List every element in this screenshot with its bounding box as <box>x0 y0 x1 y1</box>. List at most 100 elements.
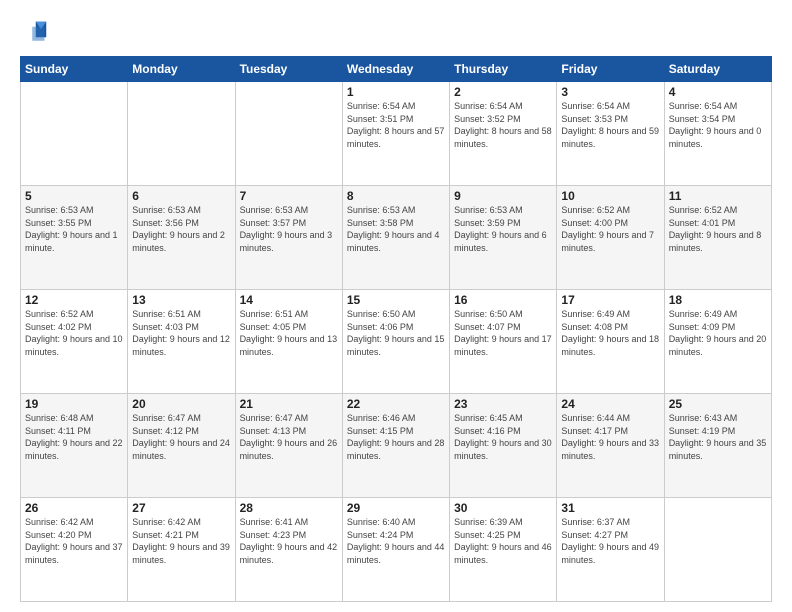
calendar-cell: 22Sunrise: 6:46 AM Sunset: 4:15 PM Dayli… <box>342 394 449 498</box>
day-number: 24 <box>561 397 659 411</box>
calendar-cell: 20Sunrise: 6:47 AM Sunset: 4:12 PM Dayli… <box>128 394 235 498</box>
day-info: Sunrise: 6:42 AM Sunset: 4:20 PM Dayligh… <box>25 516 123 566</box>
day-number: 12 <box>25 293 123 307</box>
calendar-week-1: 1Sunrise: 6:54 AM Sunset: 3:51 PM Daylig… <box>21 82 772 186</box>
day-number: 26 <box>25 501 123 515</box>
day-number: 22 <box>347 397 445 411</box>
page: SundayMondayTuesdayWednesdayThursdayFrid… <box>0 0 792 612</box>
day-number: 2 <box>454 85 552 99</box>
calendar-cell: 15Sunrise: 6:50 AM Sunset: 4:06 PM Dayli… <box>342 290 449 394</box>
day-info: Sunrise: 6:48 AM Sunset: 4:11 PM Dayligh… <box>25 412 123 462</box>
day-info: Sunrise: 6:52 AM Sunset: 4:01 PM Dayligh… <box>669 204 767 254</box>
calendar-cell: 19Sunrise: 6:48 AM Sunset: 4:11 PM Dayli… <box>21 394 128 498</box>
day-info: Sunrise: 6:51 AM Sunset: 4:03 PM Dayligh… <box>132 308 230 358</box>
day-number: 1 <box>347 85 445 99</box>
day-number: 4 <box>669 85 767 99</box>
day-number: 13 <box>132 293 230 307</box>
day-info: Sunrise: 6:43 AM Sunset: 4:19 PM Dayligh… <box>669 412 767 462</box>
day-number: 20 <box>132 397 230 411</box>
calendar-header-thursday: Thursday <box>450 57 557 82</box>
day-number: 17 <box>561 293 659 307</box>
day-info: Sunrise: 6:51 AM Sunset: 4:05 PM Dayligh… <box>240 308 338 358</box>
calendar-header-saturday: Saturday <box>664 57 771 82</box>
day-number: 9 <box>454 189 552 203</box>
calendar-week-2: 5Sunrise: 6:53 AM Sunset: 3:55 PM Daylig… <box>21 186 772 290</box>
calendar-cell: 21Sunrise: 6:47 AM Sunset: 4:13 PM Dayli… <box>235 394 342 498</box>
calendar-cell <box>664 498 771 602</box>
calendar-cell: 12Sunrise: 6:52 AM Sunset: 4:02 PM Dayli… <box>21 290 128 394</box>
day-number: 16 <box>454 293 552 307</box>
calendar-cell: 6Sunrise: 6:53 AM Sunset: 3:56 PM Daylig… <box>128 186 235 290</box>
calendar-cell <box>128 82 235 186</box>
calendar-cell: 11Sunrise: 6:52 AM Sunset: 4:01 PM Dayli… <box>664 186 771 290</box>
day-number: 27 <box>132 501 230 515</box>
day-info: Sunrise: 6:49 AM Sunset: 4:09 PM Dayligh… <box>669 308 767 358</box>
day-info: Sunrise: 6:54 AM Sunset: 3:53 PM Dayligh… <box>561 100 659 150</box>
day-number: 8 <box>347 189 445 203</box>
day-info: Sunrise: 6:47 AM Sunset: 4:12 PM Dayligh… <box>132 412 230 462</box>
day-number: 21 <box>240 397 338 411</box>
calendar-week-4: 19Sunrise: 6:48 AM Sunset: 4:11 PM Dayli… <box>21 394 772 498</box>
day-info: Sunrise: 6:47 AM Sunset: 4:13 PM Dayligh… <box>240 412 338 462</box>
calendar-cell: 25Sunrise: 6:43 AM Sunset: 4:19 PM Dayli… <box>664 394 771 498</box>
day-info: Sunrise: 6:40 AM Sunset: 4:24 PM Dayligh… <box>347 516 445 566</box>
day-info: Sunrise: 6:46 AM Sunset: 4:15 PM Dayligh… <box>347 412 445 462</box>
calendar-header-tuesday: Tuesday <box>235 57 342 82</box>
day-number: 6 <box>132 189 230 203</box>
day-info: Sunrise: 6:37 AM Sunset: 4:27 PM Dayligh… <box>561 516 659 566</box>
calendar-cell <box>21 82 128 186</box>
calendar-cell: 30Sunrise: 6:39 AM Sunset: 4:25 PM Dayli… <box>450 498 557 602</box>
calendar-cell: 10Sunrise: 6:52 AM Sunset: 4:00 PM Dayli… <box>557 186 664 290</box>
day-number: 14 <box>240 293 338 307</box>
day-info: Sunrise: 6:53 AM Sunset: 3:58 PM Dayligh… <box>347 204 445 254</box>
calendar-cell: 7Sunrise: 6:53 AM Sunset: 3:57 PM Daylig… <box>235 186 342 290</box>
day-info: Sunrise: 6:54 AM Sunset: 3:54 PM Dayligh… <box>669 100 767 150</box>
day-number: 30 <box>454 501 552 515</box>
day-number: 3 <box>561 85 659 99</box>
calendar-header-friday: Friday <box>557 57 664 82</box>
day-info: Sunrise: 6:39 AM Sunset: 4:25 PM Dayligh… <box>454 516 552 566</box>
calendar-cell: 16Sunrise: 6:50 AM Sunset: 4:07 PM Dayli… <box>450 290 557 394</box>
calendar-cell: 1Sunrise: 6:54 AM Sunset: 3:51 PM Daylig… <box>342 82 449 186</box>
calendar-cell: 5Sunrise: 6:53 AM Sunset: 3:55 PM Daylig… <box>21 186 128 290</box>
day-info: Sunrise: 6:54 AM Sunset: 3:52 PM Dayligh… <box>454 100 552 150</box>
day-info: Sunrise: 6:53 AM Sunset: 3:59 PM Dayligh… <box>454 204 552 254</box>
day-info: Sunrise: 6:44 AM Sunset: 4:17 PM Dayligh… <box>561 412 659 462</box>
day-info: Sunrise: 6:53 AM Sunset: 3:55 PM Dayligh… <box>25 204 123 254</box>
calendar-cell: 23Sunrise: 6:45 AM Sunset: 4:16 PM Dayli… <box>450 394 557 498</box>
day-info: Sunrise: 6:54 AM Sunset: 3:51 PM Dayligh… <box>347 100 445 150</box>
calendar-header-sunday: Sunday <box>21 57 128 82</box>
day-info: Sunrise: 6:49 AM Sunset: 4:08 PM Dayligh… <box>561 308 659 358</box>
day-info: Sunrise: 6:50 AM Sunset: 4:06 PM Dayligh… <box>347 308 445 358</box>
calendar-week-3: 12Sunrise: 6:52 AM Sunset: 4:02 PM Dayli… <box>21 290 772 394</box>
calendar-cell: 4Sunrise: 6:54 AM Sunset: 3:54 PM Daylig… <box>664 82 771 186</box>
calendar-header-monday: Monday <box>128 57 235 82</box>
calendar-cell: 26Sunrise: 6:42 AM Sunset: 4:20 PM Dayli… <box>21 498 128 602</box>
day-info: Sunrise: 6:53 AM Sunset: 3:57 PM Dayligh… <box>240 204 338 254</box>
day-number: 7 <box>240 189 338 203</box>
calendar-cell: 17Sunrise: 6:49 AM Sunset: 4:08 PM Dayli… <box>557 290 664 394</box>
day-number: 23 <box>454 397 552 411</box>
calendar-cell: 29Sunrise: 6:40 AM Sunset: 4:24 PM Dayli… <box>342 498 449 602</box>
calendar-cell: 27Sunrise: 6:42 AM Sunset: 4:21 PM Dayli… <box>128 498 235 602</box>
day-info: Sunrise: 6:52 AM Sunset: 4:02 PM Dayligh… <box>25 308 123 358</box>
day-number: 15 <box>347 293 445 307</box>
day-info: Sunrise: 6:53 AM Sunset: 3:56 PM Dayligh… <box>132 204 230 254</box>
day-number: 29 <box>347 501 445 515</box>
day-number: 28 <box>240 501 338 515</box>
calendar-cell <box>235 82 342 186</box>
header <box>20 18 772 46</box>
calendar-cell: 3Sunrise: 6:54 AM Sunset: 3:53 PM Daylig… <box>557 82 664 186</box>
calendar-cell: 8Sunrise: 6:53 AM Sunset: 3:58 PM Daylig… <box>342 186 449 290</box>
day-number: 5 <box>25 189 123 203</box>
day-number: 25 <box>669 397 767 411</box>
calendar-cell: 31Sunrise: 6:37 AM Sunset: 4:27 PM Dayli… <box>557 498 664 602</box>
calendar-cell: 24Sunrise: 6:44 AM Sunset: 4:17 PM Dayli… <box>557 394 664 498</box>
day-info: Sunrise: 6:45 AM Sunset: 4:16 PM Dayligh… <box>454 412 552 462</box>
day-info: Sunrise: 6:50 AM Sunset: 4:07 PM Dayligh… <box>454 308 552 358</box>
calendar-header-wednesday: Wednesday <box>342 57 449 82</box>
calendar-cell: 13Sunrise: 6:51 AM Sunset: 4:03 PM Dayli… <box>128 290 235 394</box>
day-info: Sunrise: 6:41 AM Sunset: 4:23 PM Dayligh… <box>240 516 338 566</box>
day-number: 31 <box>561 501 659 515</box>
calendar-cell: 28Sunrise: 6:41 AM Sunset: 4:23 PM Dayli… <box>235 498 342 602</box>
